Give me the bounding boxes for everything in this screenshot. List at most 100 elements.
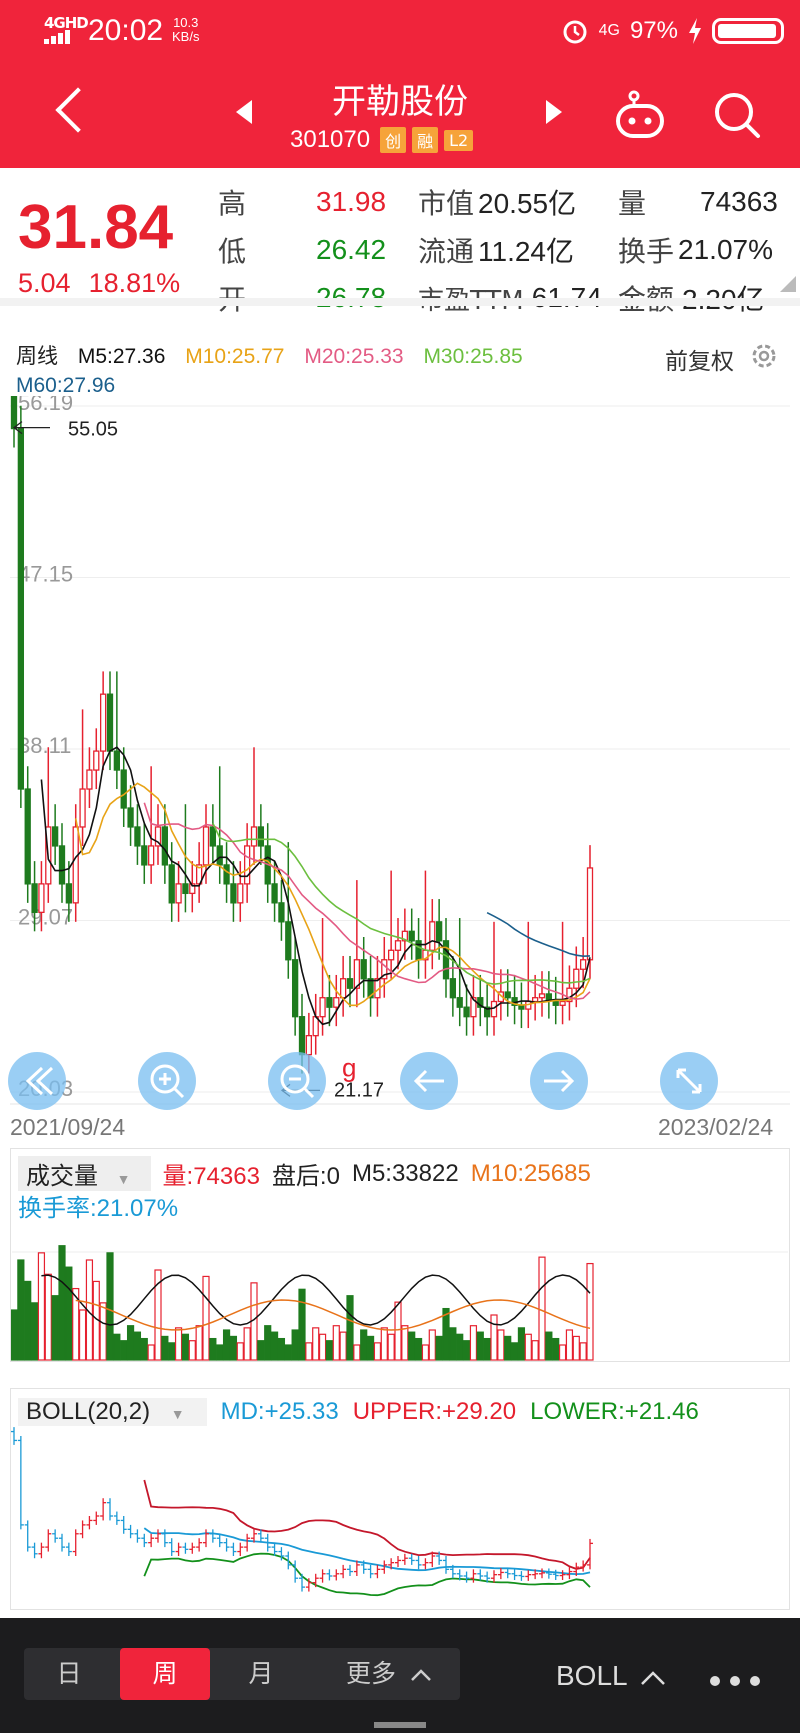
high-value: 31.98 <box>316 186 387 217</box>
mktcap-label: 市值 <box>418 187 475 220</box>
candle-body <box>120 769 127 809</box>
zoom-in-icon <box>150 1064 185 1099</box>
candle-body <box>360 959 367 980</box>
zoom-in-button[interactable] <box>138 1052 196 1110</box>
volume-label: 量 <box>618 187 647 220</box>
candle-body <box>99 693 107 752</box>
double-chevron-left-icon <box>25 1066 54 1096</box>
turnover-label: 换手 <box>618 235 675 268</box>
candle-body <box>168 864 175 904</box>
end-date: 2023/02/24 <box>658 1114 774 1140</box>
candle-body <box>333 997 340 1008</box>
current-price: 31.84 <box>18 193 174 262</box>
volume-indicator-select[interactable]: 成交量 ▼ <box>18 1156 151 1191</box>
g-mark: g <box>342 1052 356 1082</box>
start-date: 2021/09/24 <box>10 1114 126 1140</box>
search-icon[interactable] <box>712 90 762 140</box>
y-tick-label: 56.19 <box>18 396 73 415</box>
boll-indicator-select[interactable]: BOLL(20,2) ▼ <box>18 1398 207 1426</box>
candle-body <box>147 845 155 866</box>
header: 开勒股份 301070 创 融 L2 <box>0 62 800 168</box>
boll-indicator-label: BOLL(20,2) <box>26 1398 151 1425</box>
tab-more[interactable]: 更多 <box>324 1648 454 1700</box>
robot-icon[interactable] <box>614 90 666 140</box>
indicator-tab-label: BOLL <box>556 1660 627 1691</box>
next-stock-icon[interactable] <box>546 100 562 124</box>
max-marker: 55.05 <box>68 419 118 441</box>
candle-body <box>504 991 511 999</box>
volume-m5: M5:33822 <box>351 1159 459 1187</box>
boll-upper: UPPER:+29.20 <box>352 1398 517 1425</box>
candle-body <box>230 883 237 904</box>
candle-body <box>216 845 223 866</box>
status-bar: 4GHD 20:02 10.3 KB/s 4G 97% <box>0 0 800 62</box>
candle-body <box>429 921 436 951</box>
candle-body <box>161 826 169 866</box>
after-hours: 盘后:0 <box>271 1163 340 1190</box>
zoom-out-icon <box>280 1064 315 1099</box>
volume-indicator-label: 成交量 <box>26 1163 98 1190</box>
candle-body <box>38 883 45 913</box>
alarm-icon <box>563 20 587 44</box>
candle-body <box>31 883 38 913</box>
candle-body <box>106 693 114 752</box>
candle-body <box>175 883 182 904</box>
period-label: 周线 <box>16 344 58 368</box>
dropdown-icon: ▼ <box>116 1171 131 1187</box>
tab-more-label: 更多 <box>346 1659 397 1688</box>
stock-code: 301070 <box>290 126 371 153</box>
mktcap-value: 20.55亿 <box>478 188 577 219</box>
candle-body <box>291 959 299 1018</box>
adjust-label[interactable]: 前复权 <box>665 342 734 376</box>
candle-body <box>127 807 134 828</box>
candle-body <box>415 940 422 961</box>
ma20-label: M20:25.33 <box>304 345 404 368</box>
boll-lower: LOWER:+21.46 <box>530 1398 699 1425</box>
candle-body <box>326 997 333 1008</box>
candle-body <box>408 930 415 942</box>
chevron-up-icon <box>411 1669 431 1681</box>
scroll-right-button[interactable] <box>530 1052 588 1110</box>
scroll-left-button[interactable] <box>400 1052 458 1110</box>
volume-value: 量:74363 <box>162 1163 260 1190</box>
expand-corner-icon[interactable] <box>780 276 796 292</box>
tab-month[interactable]: 月 <box>216 1648 306 1700</box>
scroll-left-fast-button[interactable] <box>8 1052 66 1110</box>
price-change: 5.04 18.81% <box>18 268 180 299</box>
more-icon[interactable] <box>710 1676 760 1688</box>
tag-chuang: 创 <box>380 127 407 153</box>
chevron-up-icon <box>641 1670 666 1685</box>
low-label: 低 <box>218 235 247 268</box>
arrow-right-icon <box>544 1069 575 1093</box>
indicator-tab[interactable]: BOLL <box>556 1660 666 1692</box>
back-icon[interactable] <box>50 80 100 140</box>
fullscreen-button[interactable] <box>660 1052 718 1110</box>
low-value: 26.42 <box>316 234 387 265</box>
stock-code-row: 301070 创 融 L2 <box>290 126 474 154</box>
float-label: 流通 <box>418 235 475 268</box>
candle-body <box>319 997 326 1018</box>
top-bar: 4GHD 20:02 10.3 KB/s 4G 97% 开勒股份 301070 … <box>0 0 800 168</box>
candle-body <box>86 769 93 790</box>
candle-body <box>51 826 59 847</box>
tab-day[interactable]: 日 <box>24 1648 114 1700</box>
gear-icon[interactable] <box>748 340 780 372</box>
expand-icon <box>676 1068 702 1094</box>
candle-body <box>58 845 66 885</box>
ma5-label: M5:27.36 <box>77 345 166 368</box>
ma-legend: 周线 M5:27.36 M10:25.77 M20:25.33 M30:25.8… <box>16 340 537 398</box>
tab-week[interactable]: 周 <box>120 1648 210 1700</box>
candle-body <box>456 997 463 1008</box>
y-tick-label: 29.07 <box>18 905 73 930</box>
zoom-out-button[interactable] <box>268 1052 326 1110</box>
candle-body <box>24 788 31 885</box>
candle-body <box>394 940 402 951</box>
clock: 20:02 <box>88 14 164 47</box>
cell-label: 4G <box>598 22 620 39</box>
candle-body <box>559 1000 566 1006</box>
prev-stock-icon[interactable] <box>236 100 252 124</box>
candle-body <box>223 864 230 885</box>
tag-rong: 融 <box>412 127 439 153</box>
signal-icon <box>44 30 78 44</box>
tag-l2[interactable]: L2 <box>444 129 474 151</box>
